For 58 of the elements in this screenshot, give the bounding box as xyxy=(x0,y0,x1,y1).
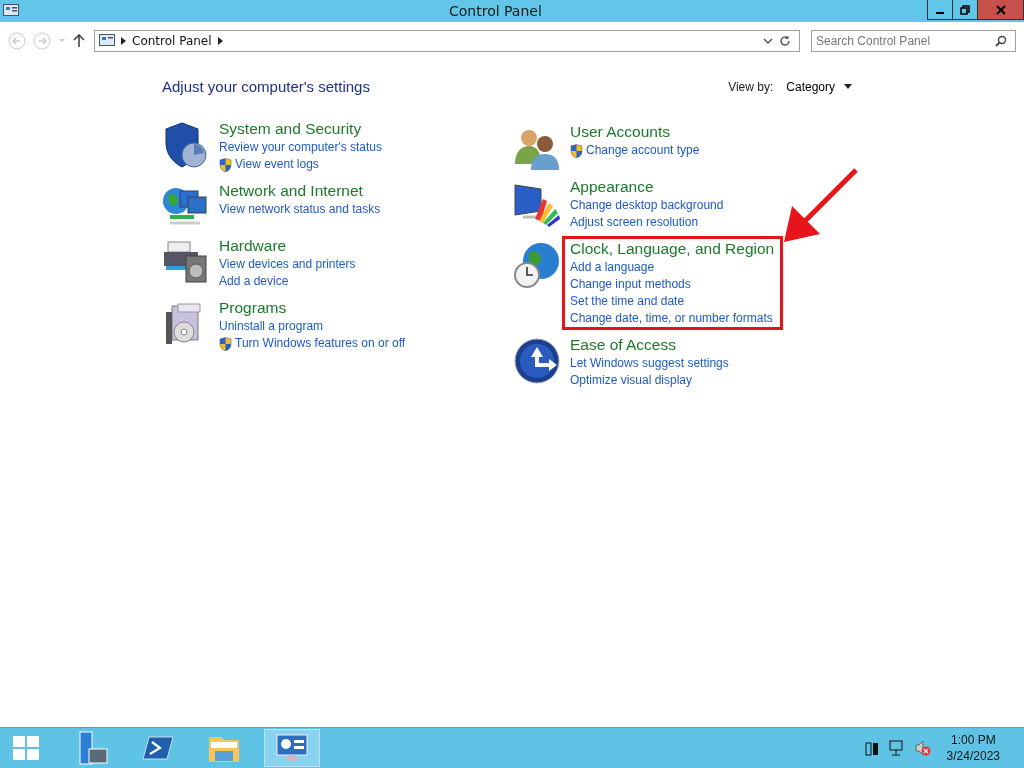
control-panel-icon xyxy=(3,4,19,18)
minimize-button[interactable] xyxy=(927,0,953,20)
chevron-icon xyxy=(121,37,126,45)
task-link[interactable]: View network status and tasks xyxy=(219,201,381,218)
task-link[interactable]: Uninstall a program xyxy=(219,318,324,335)
accessibility-icon[interactable] xyxy=(513,337,561,385)
window-title: Control Panel xyxy=(449,3,542,19)
view-by-dropdown[interactable]: Category xyxy=(786,79,852,94)
category-title-link[interactable]: Programs xyxy=(219,298,406,318)
task-link[interactable]: Turn Windows features on or off xyxy=(235,335,406,352)
printer-speaker-icon[interactable] xyxy=(162,238,210,286)
refresh-icon[interactable] xyxy=(779,35,791,47)
search-icon xyxy=(995,35,1007,47)
chevron-icon xyxy=(217,37,223,45)
close-icon xyxy=(995,4,1006,15)
terminal-icon xyxy=(143,735,173,761)
task-link[interactable]: View event logs xyxy=(235,156,319,173)
category-title-link[interactable]: Network and Internet xyxy=(219,181,381,201)
caret-icon xyxy=(844,84,852,89)
task-link[interactable]: Change desktop background xyxy=(570,197,724,214)
task-link[interactable]: Let Windows suggest settings xyxy=(570,355,729,372)
category-title-link[interactable]: Ease of Access xyxy=(570,335,729,355)
task-link[interactable]: Set the time and date xyxy=(570,293,685,310)
muted-speaker-icon[interactable] xyxy=(914,740,931,756)
task-link[interactable]: Optimize visual display xyxy=(570,372,693,389)
page-heading: Adjust your computer's settings xyxy=(162,78,370,95)
breadcrumb-item[interactable]: Control Panel xyxy=(132,34,212,48)
control-panel-icon xyxy=(276,734,308,762)
clock-time[interactable]: 1:00 PM xyxy=(950,732,996,748)
category-title-link[interactable]: Clock, Language, and Region xyxy=(570,239,775,259)
address-bar[interactable]: Control Panel xyxy=(94,30,800,52)
control-panel-icon xyxy=(99,34,115,48)
task-link[interactable]: Add a language xyxy=(570,259,655,276)
search-field[interactable]: Search Control Panel xyxy=(811,30,1016,52)
view-by-label: View by: xyxy=(728,79,774,94)
windows-logo-icon xyxy=(13,735,39,761)
restore-icon xyxy=(960,4,970,15)
category-title-link[interactable]: System and Security xyxy=(219,119,383,139)
task-link[interactable]: Change date, time, or number formats xyxy=(570,310,773,327)
control-panel-button[interactable] xyxy=(264,729,320,767)
clock-date[interactable]: 3/24/2023 xyxy=(946,748,1000,764)
category-title-link[interactable]: Hardware xyxy=(219,236,356,256)
task-link[interactable]: View devices and printers xyxy=(219,256,356,273)
dropdown-icon[interactable] xyxy=(763,37,773,45)
globe-clock-icon[interactable] xyxy=(513,241,561,289)
category-title-link[interactable]: User Accounts xyxy=(570,122,700,142)
category-title-link[interactable]: Appearance xyxy=(570,177,724,197)
task-link[interactable]: Adjust screen resolution xyxy=(570,214,699,231)
task-link[interactable]: Review your computer's status xyxy=(219,139,383,156)
task-link[interactable]: Change account type xyxy=(586,142,700,159)
battery-icon[interactable] xyxy=(864,740,879,756)
minimize-icon xyxy=(936,11,944,14)
close-button[interactable] xyxy=(977,0,1024,20)
up-arrow-icon[interactable] xyxy=(73,34,85,48)
task-link[interactable]: Change input methods xyxy=(570,276,691,293)
shield-chart-icon[interactable] xyxy=(162,121,210,169)
task-link[interactable]: Add a device xyxy=(219,273,289,290)
network-icon[interactable] xyxy=(888,740,905,756)
